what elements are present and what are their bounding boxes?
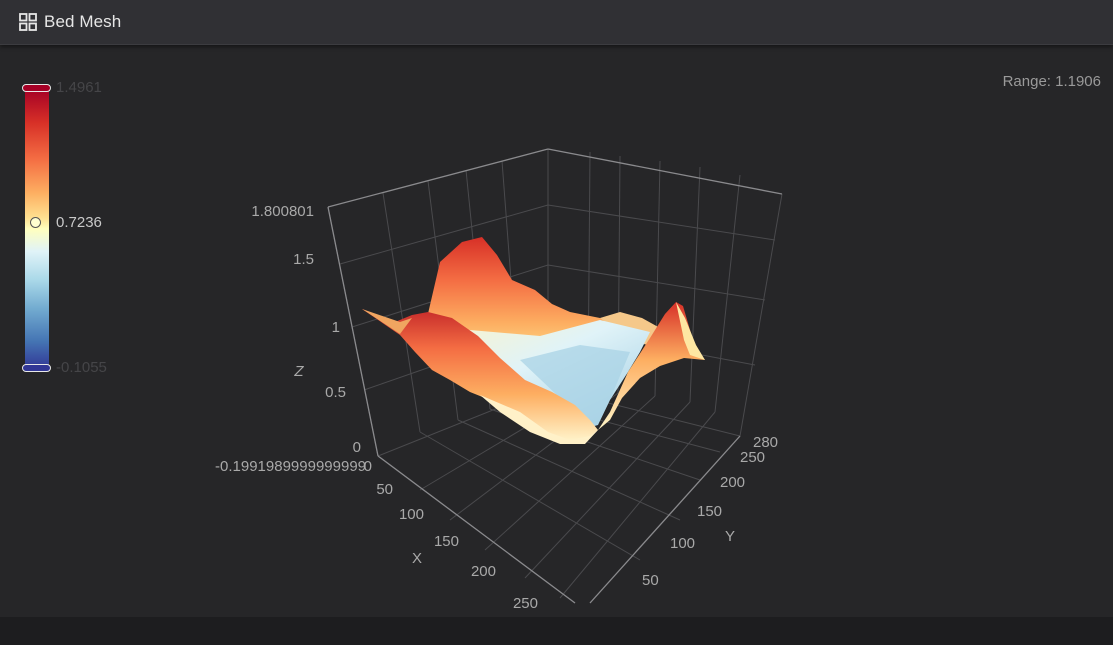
z-axis-ticks: 1.800801 1.5 1 0.5 0 -0.1991989999999999… [215,203,366,475]
bed-mesh-panel: Bed Mesh Range: 1.1906 1.4961 0.7236 -0.… [0,0,1113,617]
x-tick: 200 [471,563,496,580]
y-axis-label: Y [725,528,735,545]
bed-mesh-3d-plot[interactable]: 1.800801 1.5 1 0.5 0 -0.1991989999999999… [0,0,1113,617]
y-tick: 150 [697,503,722,520]
x-axis-label: X [412,550,422,567]
z-tick: 1.800801 [251,203,314,220]
x-tick: 50 [376,481,393,498]
x-tick: 250 [513,595,538,612]
y-tick: 200 [720,474,745,491]
z-axis-label: Z [293,363,304,380]
y-tick: 280 [753,434,778,451]
x-tick: 100 [399,506,424,523]
z-tick: 0.5 [325,384,346,401]
x-tick: 150 [434,533,459,550]
y-tick: 250 [740,449,765,466]
z-tick: 1 [332,319,340,336]
y-tick: 100 [670,535,695,552]
bed-mesh-surface [362,237,705,444]
y-tick: 50 [642,572,659,589]
footer-bar [0,617,1113,645]
x-axis-ticks: 0 50 100 150 200 250 X [364,458,538,612]
z-tick: 1.5 [293,251,314,268]
x-tick: 0 [364,458,372,475]
y-axis-ticks: 50 100 150 200 250 280 Y [642,434,778,589]
z-tick: 0 [353,439,361,456]
z-tick: -0.1991989999999999 [215,458,366,475]
